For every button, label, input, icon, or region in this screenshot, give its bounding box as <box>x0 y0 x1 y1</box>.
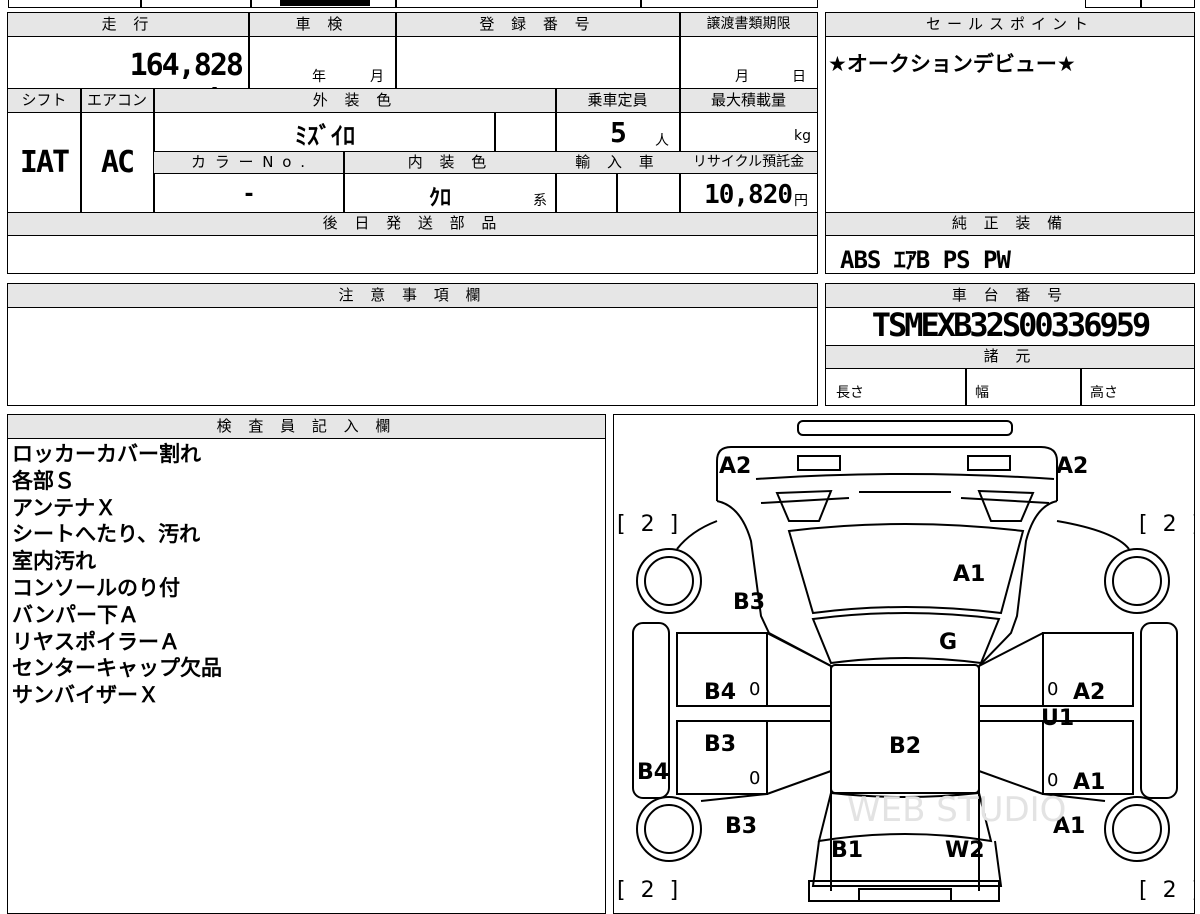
inspector-note: リヤスポイラーＡ <box>12 629 180 654</box>
damage-a2-front-right: A2 <box>1056 454 1088 479</box>
int-color-suffix: 系 <box>533 193 547 209</box>
damage-a1-right-rear-door: A1 <box>1073 770 1105 795</box>
aircon-value: AC <box>100 145 135 180</box>
inspector-note: バンパー下Ａ <box>12 602 140 627</box>
damage-b4-left-side: B4 <box>637 760 669 785</box>
ext-color-value: ﾐｽﾞｲﾛ <box>295 122 355 150</box>
max-load-unit: kg <box>794 128 811 144</box>
inspector-note: サンバイザーＸ <box>12 683 159 708</box>
inspector-note: コンソールのり付 <box>12 575 180 600</box>
chassis-label: 車 台 番 号 <box>826 285 1194 305</box>
inspector-note: アンテナＸ <box>12 495 117 520</box>
int-color-value: ｸﾛ <box>428 186 451 211</box>
damage-a1-hood: A1 <box>953 562 985 587</box>
inspection-month: 月 <box>370 69 384 85</box>
damage-g-windshield: G <box>939 630 957 655</box>
inspector-note: センターキャップ欠品 <box>12 656 222 681</box>
chassis-number: TSMEXB32S00336959 <box>871 306 1152 344</box>
inspection-label: 車 検 <box>249 14 395 34</box>
tag-2: [ 2 ] <box>1139 878 1194 903</box>
damage-a2-right-front-door: A2 <box>1073 680 1105 705</box>
mark-zero: 0 <box>749 768 760 789</box>
capacity-label: 乗車定員 <box>556 90 679 110</box>
mark-zero: 0 <box>1047 770 1058 791</box>
inspector-label: 検 査 員 記 入 欄 <box>8 416 605 436</box>
color-no-value: - <box>242 182 256 207</box>
ext-color-label: 外 装 色 <box>155 90 555 110</box>
inspection-year: 年 <box>312 69 326 85</box>
recycle-label: リサイクル預託金 <box>680 152 817 172</box>
damage-b3-left-rear-door: B3 <box>704 732 736 757</box>
damage-b3-left-rear: B3 <box>725 814 757 839</box>
transfer-month: 月 <box>735 69 749 85</box>
tag-2: [ 2 ] <box>617 878 682 903</box>
car-diagram: [ 2 ] [ 2 ] [ 2 ] [ 2 ] A2 A2 A1 B3 G B4… <box>617 420 1194 903</box>
damage-a2-front-left: A2 <box>719 454 751 479</box>
equipment-value: ABS ｴｱB PS PW <box>840 246 1011 274</box>
spec-height: 高さ <box>1090 385 1118 401</box>
damage-w2-rear-right: W2 <box>945 838 985 863</box>
tag-2: [ 2 ] <box>1139 512 1194 537</box>
inspector-note: 各部Ｓ <box>12 468 75 493</box>
color-no-label: カ ラ ー N o . <box>155 152 343 172</box>
damage-b2-roof: B2 <box>889 734 921 759</box>
damage-b1-rear-left: B1 <box>831 838 863 863</box>
damage-u1-right: U1 <box>1041 706 1074 731</box>
max-load-label: 最大積載量 <box>680 90 817 110</box>
inspector-note: ロッカーカバー割れ <box>12 442 201 466</box>
int-color-label: 内 装 色 <box>345 152 555 172</box>
transfer-deadline-label: 譲渡書類期限 <box>680 14 817 34</box>
inspector-note: 室内汚れ <box>12 549 96 574</box>
sales-point-text: ★オークションデビュー★ <box>828 52 1076 76</box>
recycle-unit: 円 <box>794 193 808 209</box>
sales-point-label: セールスポイント <box>826 14 1194 34</box>
transfer-day: 日 <box>792 69 806 85</box>
later-parts-label: 後 日 発 送 部 品 <box>8 213 817 233</box>
spec-width: 幅 <box>975 385 989 401</box>
car-diagram-panel: [ 2 ] [ 2 ] [ 2 ] [ 2 ] A2 A2 A1 B3 G B4… <box>613 414 1195 914</box>
aircon-label: エアコン <box>81 90 153 110</box>
notes-label: 注 意 事 項 欄 <box>8 285 817 305</box>
damage-b3-left-front: B3 <box>733 590 765 615</box>
mark-zero: 0 <box>1047 679 1058 700</box>
reg-number-label: 登 録 番 号 <box>396 14 679 34</box>
top-strip <box>8 0 818 8</box>
inspector-notes-list: ロッカーカバー割れ 各部Ｓ アンテナＸ シートへたり、汚れ 室内汚れ コンソール… <box>12 441 592 709</box>
tag-2: [ 2 ] <box>617 512 682 537</box>
shift-label: シフト <box>8 90 80 110</box>
spec-length: 長さ <box>836 385 864 401</box>
mileage-label: 走 行 <box>8 14 248 34</box>
damage-b4-left-front-door: B4 <box>704 680 736 705</box>
capacity-value: 5 <box>610 116 627 149</box>
shift-value: IAT <box>19 145 70 180</box>
capacity-unit: 人 <box>655 133 669 149</box>
inspector-note: シートへたり、汚れ <box>12 522 201 547</box>
mark-zero: 0 <box>749 679 760 700</box>
specs-label: 諸 元 <box>826 346 1194 366</box>
equipment-label: 純 正 装 備 <box>826 213 1194 233</box>
recycle-value: 10,820 <box>704 180 793 210</box>
import-label: 輸 入 車 <box>556 152 679 172</box>
watermark: WEB STUDIO <box>847 790 1066 830</box>
